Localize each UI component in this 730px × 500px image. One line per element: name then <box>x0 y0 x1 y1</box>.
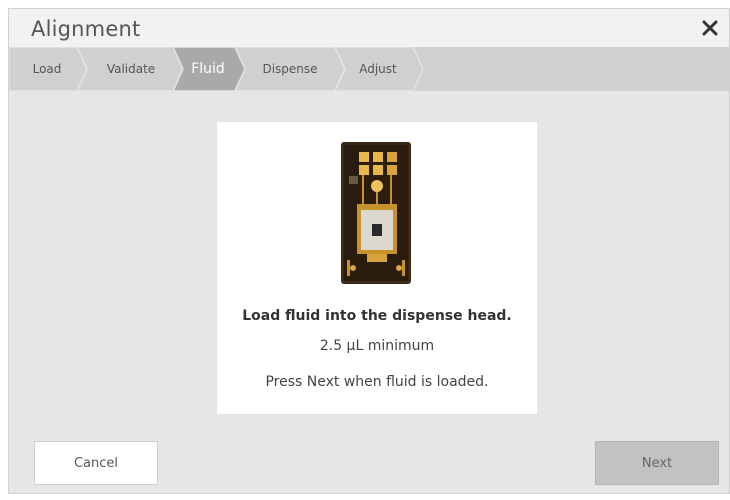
close-icon[interactable] <box>699 17 721 39</box>
step-adjust[interactable]: Adjust <box>345 47 411 91</box>
wizard-steps: Load Validate Fluid Dispense Adjust <box>9 47 729 91</box>
step-dispense[interactable]: Dispense <box>247 47 333 91</box>
instruction-hint: Press Next when fluid is loaded. <box>265 374 489 390</box>
instruction-headline: Load fluid into the dispense head. <box>242 308 512 324</box>
step-validate[interactable]: Validate <box>89 47 173 91</box>
dispense-head-chip-image <box>341 142 411 284</box>
title-bar: Alignment <box>9 9 729 47</box>
cancel-button[interactable]: Cancel <box>34 441 158 485</box>
dialog-title: Alignment <box>31 17 141 41</box>
instruction-minimum: 2.5 µL minimum <box>319 338 435 354</box>
instruction-card: Load fluid into the dispense head. 2.5 µ… <box>217 122 537 414</box>
alignment-dialog: Alignment Load Validate Fluid Dispense A… <box>8 8 730 494</box>
step-fluid[interactable]: Fluid <box>181 47 235 91</box>
next-button[interactable]: Next <box>595 441 719 485</box>
step-load[interactable]: Load <box>19 47 75 91</box>
